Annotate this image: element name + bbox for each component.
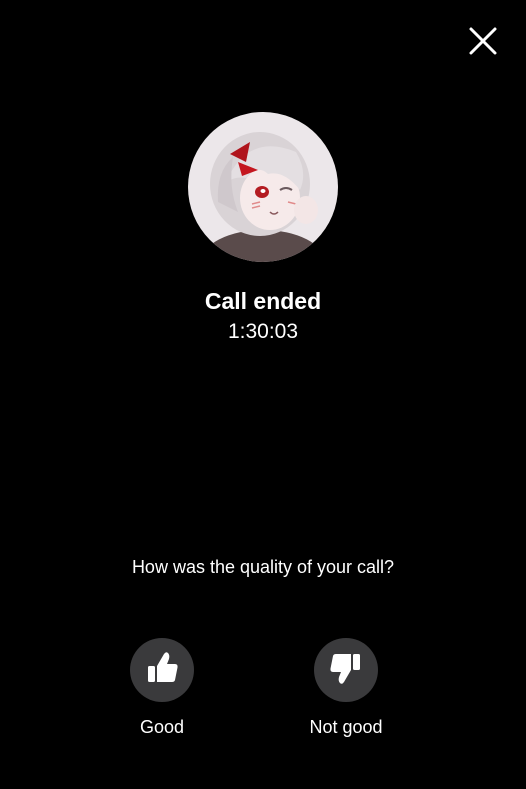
rate-good-label: Good [139, 717, 185, 737]
avatar [188, 112, 338, 262]
call-duration: 1:30:03 [227, 320, 299, 343]
thumbs-down-icon [326, 648, 366, 693]
rate-good-button[interactable]: Good [102, 638, 222, 738]
rate-bad-label: Not good [309, 717, 383, 737]
close-button[interactable] [462, 22, 504, 64]
feedback-question: How was the quality of your call? [131, 557, 395, 577]
rate-bad-circle[interactable] [314, 638, 378, 702]
call-status-title: Call ended [204, 288, 322, 314]
rate-bad-button[interactable]: Not good [286, 638, 406, 738]
close-icon [468, 26, 498, 61]
thumbs-up-icon [142, 648, 182, 693]
rate-good-circle[interactable] [130, 638, 194, 702]
